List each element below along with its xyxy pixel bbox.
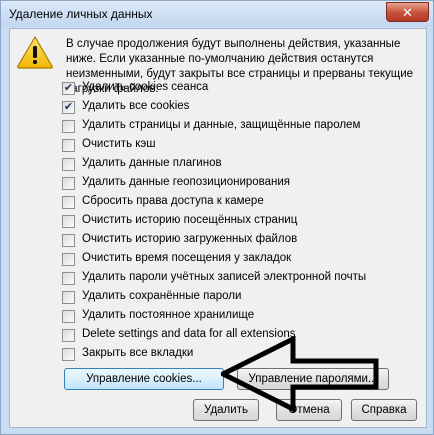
- title-bar: Удаление личных данных ✕: [1, 1, 433, 27]
- checkbox[interactable]: [62, 196, 75, 209]
- option-label: Очистить историю посещённых страниц: [82, 214, 298, 226]
- checkbox[interactable]: [62, 120, 75, 133]
- checkbox[interactable]: [62, 253, 75, 266]
- arrow-left-icon: [221, 336, 379, 412]
- checkbox[interactable]: [62, 215, 75, 228]
- option-label: Очистить кэш: [82, 138, 156, 150]
- dialog-window: Удаление личных данных ✕ В случае продол…: [0, 0, 434, 435]
- window-title: Удаление личных данных: [9, 7, 153, 21]
- close-icon: ✕: [402, 5, 413, 20]
- option-label: Удалить постоянное хранилище: [82, 309, 255, 321]
- checkbox[interactable]: [62, 348, 75, 361]
- option-label: Удалить пароли учётных записей электронн…: [82, 271, 367, 283]
- option-label: Сбросить права доступа к камере: [82, 195, 264, 207]
- option-label: Удалить сохранённые пароли: [82, 290, 242, 302]
- option-label: Удалить все cookies: [82, 100, 190, 112]
- checkbox[interactable]: [62, 177, 75, 190]
- option-label: Очистить время посещения у закладок: [82, 252, 292, 264]
- option-label: Закрыть все вкладки: [82, 347, 194, 359]
- checkbox[interactable]: ✔: [62, 101, 75, 114]
- checkbox[interactable]: [62, 234, 75, 247]
- option-label: Удалить данные геопозиционирования: [82, 176, 291, 188]
- checkbox[interactable]: [62, 158, 75, 171]
- checkbox[interactable]: [62, 272, 75, 285]
- checkbox[interactable]: ✔: [62, 82, 75, 95]
- manage-cookies-button[interactable]: Управление cookies...: [64, 368, 224, 390]
- option-label: Удалить cookies сеанса: [82, 81, 209, 93]
- close-button[interactable]: ✕: [386, 2, 429, 22]
- option-label: Очистить историю загруженных файлов: [82, 233, 298, 245]
- checkbox[interactable]: [62, 291, 75, 304]
- option-label: Удалить данные плагинов: [82, 157, 222, 169]
- warning-icon: [17, 35, 53, 69]
- checkbox[interactable]: [62, 139, 75, 152]
- checkbox[interactable]: [62, 310, 75, 323]
- option-label: Удалить страницы и данные, защищённые па…: [82, 119, 361, 131]
- checkbox[interactable]: [62, 329, 75, 342]
